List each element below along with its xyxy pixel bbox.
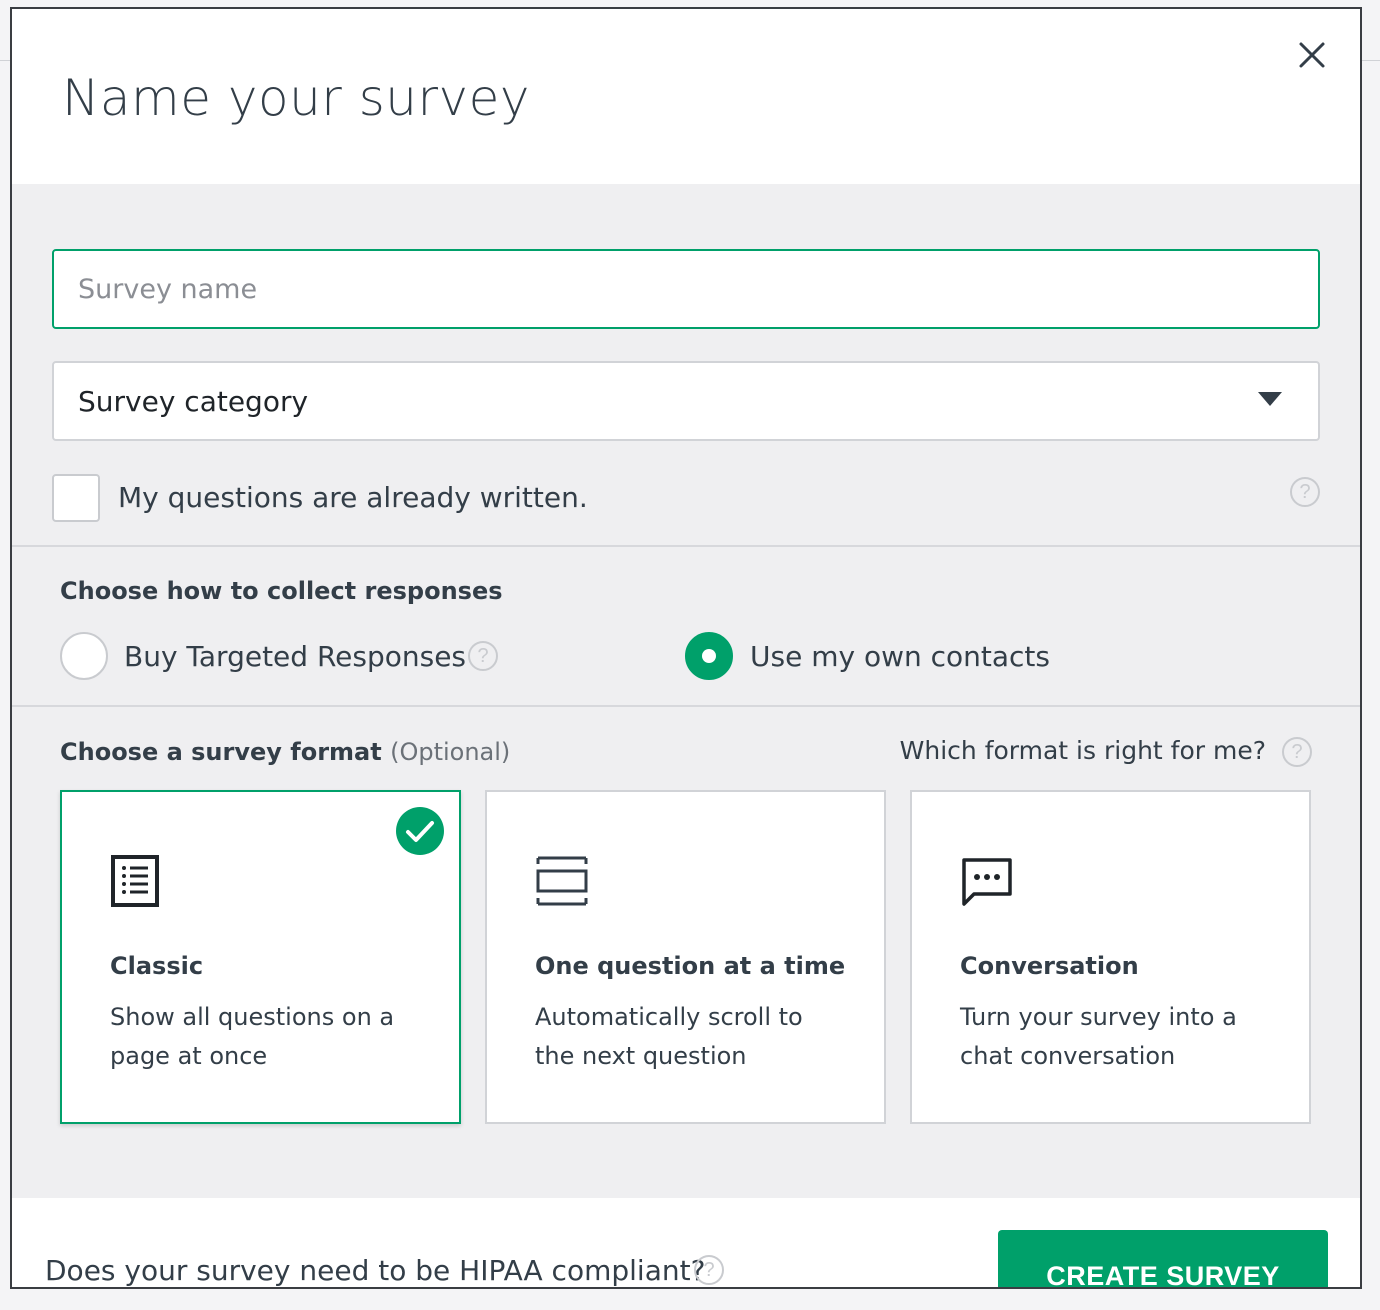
survey-category-label: Survey category (78, 385, 309, 418)
help-icon[interactable]: ? (1282, 737, 1312, 767)
help-icon[interactable]: ? (1290, 477, 1320, 507)
survey-format-heading: Choose a survey format (60, 738, 382, 766)
format-help-link[interactable]: Which format is right for me? (900, 736, 1266, 765)
survey-category-select[interactable]: Survey category (52, 361, 1320, 441)
dialog-body: Survey category My questions are already… (12, 184, 1360, 1198)
format-card-classic[interactable]: Classic Show all questions on a page at … (60, 790, 461, 1124)
help-icon[interactable]: ? (468, 641, 498, 671)
scroll-stack-icon (536, 856, 588, 906)
format-card-one-question[interactable]: One question at a time Automatically scr… (485, 790, 886, 1124)
name-survey-dialog: Name your survey Survey category My ques… (10, 7, 1362, 1289)
own-contacts-radio[interactable] (685, 632, 733, 680)
chevron-down-icon (1258, 392, 1282, 406)
survey-name-input[interactable] (54, 251, 1318, 327)
section-divider (12, 705, 1360, 707)
survey-format-title: Choose a survey format (Optional) (60, 738, 510, 766)
survey-name-field[interactable] (52, 249, 1320, 329)
questions-written-row: My questions are already written. ? (52, 474, 1320, 524)
optional-tag: (Optional) (390, 738, 511, 766)
format-card-description: Show all questions on a page at once (110, 1003, 395, 1070)
dialog-title: Name your survey (62, 69, 530, 127)
close-icon[interactable] (1294, 37, 1330, 73)
buy-targeted-label: Buy Targeted Responses (124, 640, 467, 673)
own-contacts-label: Use my own contacts (750, 640, 1051, 673)
format-card-title: One question at a time (535, 952, 846, 980)
section-divider (12, 545, 1360, 547)
create-survey-button[interactable]: CREATE SURVEY (998, 1230, 1328, 1287)
questions-written-label: My questions are already written. (118, 481, 588, 514)
help-icon[interactable]: ? (694, 1255, 724, 1285)
format-card-conversation[interactable]: Conversation Turn your survey into a cha… (910, 790, 1311, 1124)
chat-bubble-icon (962, 858, 1012, 906)
format-card-title: Classic (110, 952, 204, 980)
format-card-title: Conversation (960, 952, 1139, 980)
list-icon (111, 855, 159, 907)
checkmark-icon (396, 807, 444, 855)
collect-responses-title: Choose how to collect responses (60, 577, 503, 605)
buy-targeted-radio[interactable] (60, 632, 108, 680)
dialog-header: Name your survey (12, 9, 1360, 184)
questions-written-checkbox[interactable] (52, 474, 100, 522)
format-card-description: Automatically scroll to the next questio… (535, 1003, 803, 1070)
dialog-footer: Does your survey need to be HIPAA compli… (12, 1198, 1360, 1287)
hipaa-question: Does your survey need to be HIPAA compli… (45, 1254, 706, 1287)
format-card-description: Turn your survey into a chat conversatio… (960, 1003, 1237, 1070)
